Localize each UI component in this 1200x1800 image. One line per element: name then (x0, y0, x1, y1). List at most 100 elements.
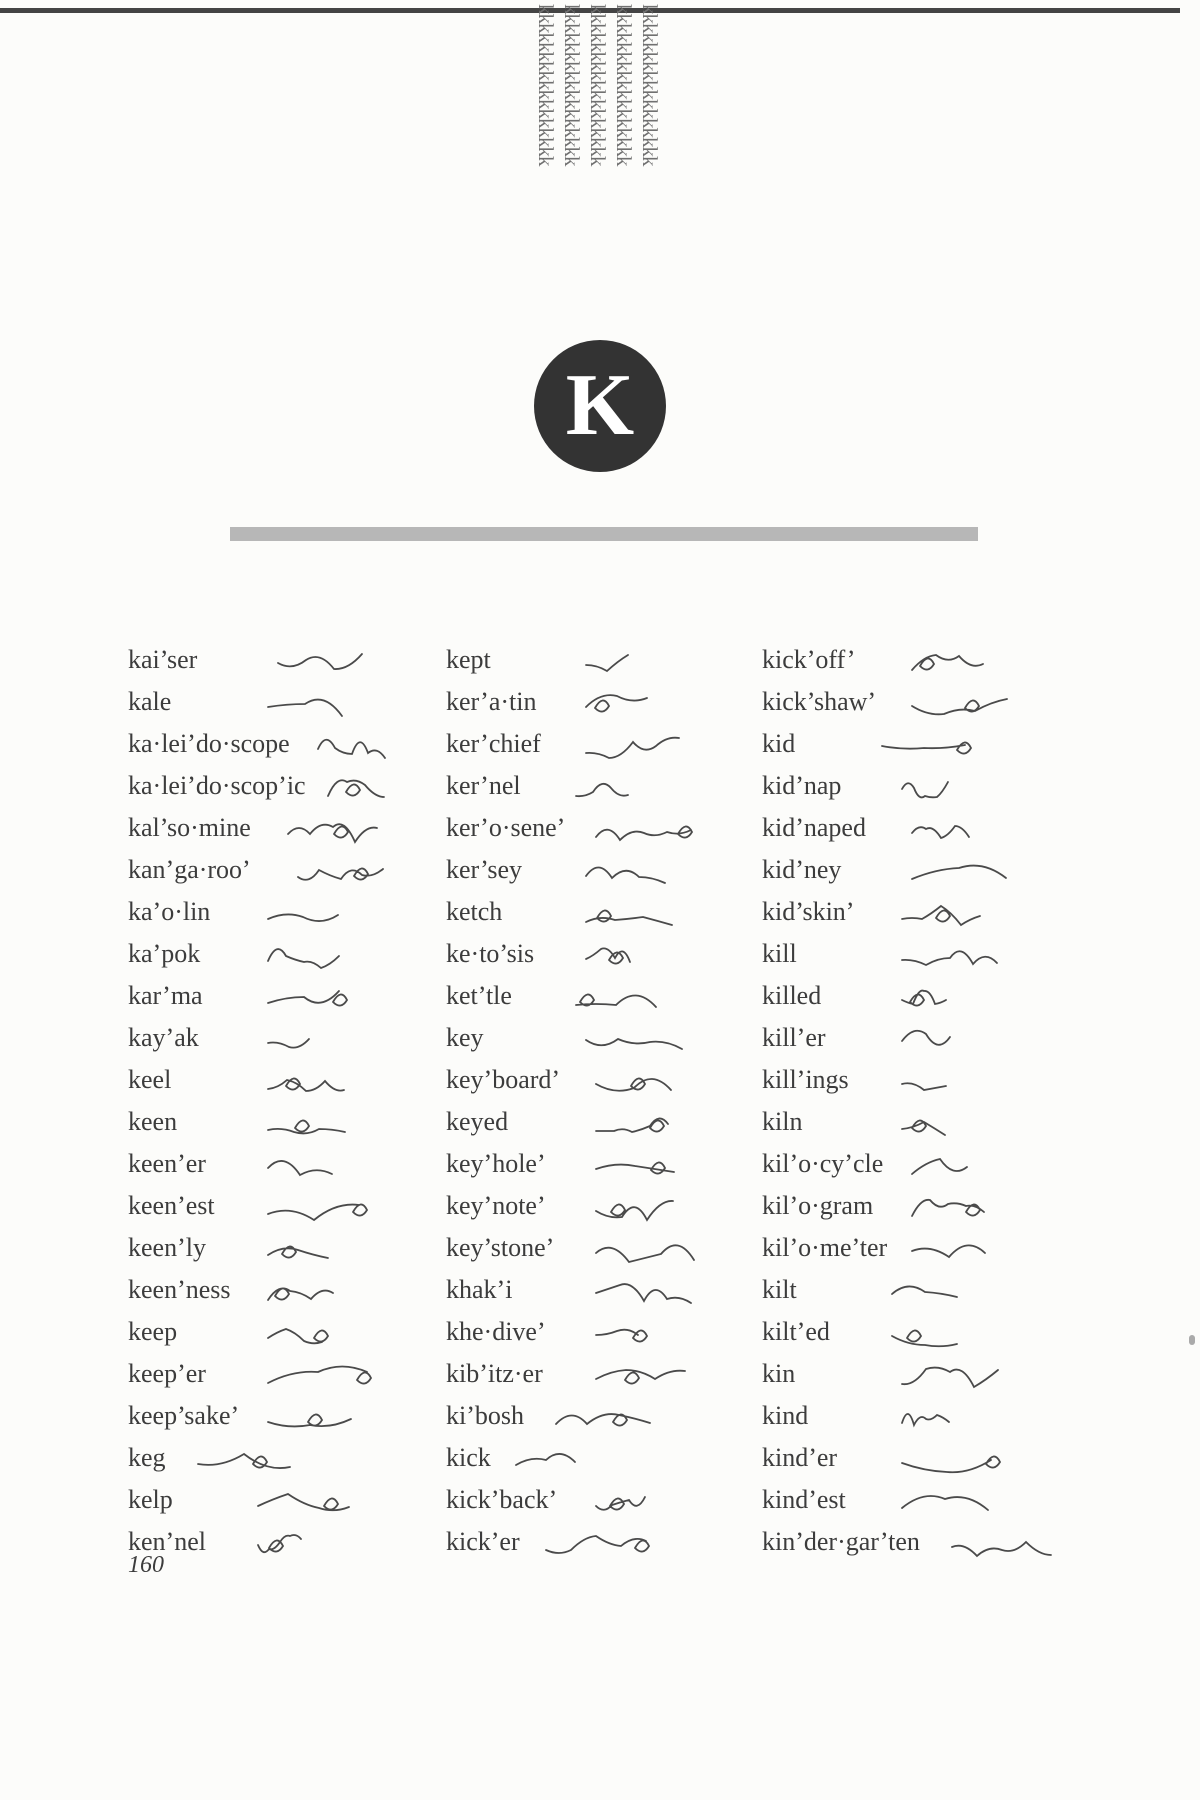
entry-word: ker’a·tin (446, 687, 537, 716)
shorthand-outline (911, 654, 984, 671)
shorthand-stroke (545, 1535, 651, 1554)
shorthand-stroke (267, 1160, 333, 1177)
shorthand-stroke (911, 1157, 968, 1175)
entry-word: kai’ser (128, 645, 198, 674)
shorthand-stroke (901, 781, 949, 799)
shorthand-outline (595, 1200, 674, 1222)
shorthand-outline (545, 1535, 651, 1554)
shorthand-outline (911, 825, 970, 840)
entry-word: keel (128, 1065, 172, 1094)
shorthand-outline (911, 698, 1008, 716)
shorthand-stroke (901, 989, 947, 1007)
shorthand-outline (277, 653, 363, 670)
shorthand-stroke (297, 867, 384, 881)
shorthand-outline (575, 993, 657, 1008)
entry-word: keg (128, 1443, 166, 1472)
shorthand-stroke (267, 1119, 346, 1135)
shorthand-stroke (267, 1203, 369, 1222)
shorthand-outline (901, 781, 949, 799)
entry-word: kick (446, 1443, 491, 1472)
shorthand-stroke (595, 1369, 686, 1385)
entry-word: key’note’ (446, 1191, 546, 1220)
shorthand-stroke (881, 741, 973, 755)
shorthand-outline (575, 782, 629, 798)
shorthand-stroke (901, 950, 998, 967)
shorthand-stroke (267, 698, 343, 717)
shorthand-stroke (267, 1328, 330, 1345)
shorthand-stroke (901, 1495, 989, 1511)
entry-word: ka·lei’do·scope (128, 729, 290, 758)
shorthand-stroke (327, 779, 385, 798)
entry-word: ker’o·sene’ (446, 813, 566, 842)
shorthand-outline (901, 1413, 950, 1428)
shorthand-stroke (585, 654, 629, 673)
shorthand-outline (585, 736, 680, 759)
shorthand-outline (585, 1037, 683, 1050)
shorthand-stroke (585, 736, 680, 759)
entry-word: key’board’ (446, 1065, 561, 1094)
entry-word: kill’ings (762, 1065, 849, 1094)
edge-mark (1189, 1335, 1195, 1345)
shorthand-stroke (575, 993, 657, 1008)
shorthand-outline (901, 904, 981, 927)
shorthand-outline (901, 1119, 946, 1136)
shorthand-stroke (901, 1082, 947, 1091)
entry-word: ker’nel (446, 771, 521, 800)
shorthand-stroke (911, 654, 984, 671)
shorthand-outline (585, 654, 629, 673)
shorthand-outline (901, 1366, 999, 1389)
shorthand-outline (555, 1413, 651, 1427)
shorthand-stroke (257, 1534, 302, 1554)
shorthand-outline (267, 1119, 346, 1135)
shorthand-outline (287, 823, 378, 844)
entry-word: keen’ly (128, 1233, 206, 1262)
shorthand-outline (585, 947, 631, 965)
pattern-column: kkkkkkkkkkkkkkkkk (588, 4, 608, 166)
entry-word: key’stone’ (446, 1233, 555, 1262)
entry-word: kid’nap (762, 771, 842, 800)
shorthand-stroke (267, 1287, 334, 1301)
entry-word: kilt’ed (762, 1317, 830, 1346)
shorthand-outline (267, 990, 349, 1007)
pattern-column: kkkkkkkkkkkkkkkkk (536, 4, 556, 166)
entry-word: kib’itz·er (446, 1359, 543, 1388)
shorthand-outline (267, 1413, 352, 1428)
shorthand-stroke (911, 698, 1008, 716)
entry-word: kan’ga·roo’ (128, 855, 251, 884)
shorthand-outline (267, 1203, 369, 1222)
entry-word: kale (128, 687, 172, 716)
shorthand-stroke (267, 948, 340, 970)
shorthand-stroke (267, 990, 349, 1007)
shorthand-stroke (267, 1365, 373, 1385)
shorthand-stroke (911, 825, 970, 840)
entry-word: kid (762, 729, 796, 758)
shorthand-outline (595, 1161, 675, 1175)
shorthand-outline (891, 1329, 958, 1348)
entry-word: key’hole’ (446, 1149, 546, 1178)
shorthand-stroke (197, 1452, 291, 1469)
shorthand-outline (585, 909, 673, 926)
shorthand-outline (267, 1038, 310, 1049)
shorthand-stroke (267, 1245, 329, 1259)
entry-word: keep (128, 1317, 178, 1346)
shorthand-stroke (595, 1496, 646, 1511)
shorthand-stroke (951, 1540, 1052, 1558)
shorthand-stroke (515, 1453, 576, 1466)
entry-word: ka’pok (128, 939, 201, 968)
shorthand-outline (901, 1495, 989, 1511)
shorthand-stroke (911, 864, 1007, 880)
shorthand-outline (911, 1157, 968, 1175)
shorthand-outline (891, 1285, 958, 1298)
section-letter-badge: K (534, 340, 666, 472)
entry-word: ka·lei’do·scop’ic (128, 771, 306, 800)
shorthand-stroke (555, 1413, 651, 1427)
shorthand-stroke (595, 1328, 649, 1343)
shorthand-stroke (901, 1455, 1002, 1474)
shorthand-outline (901, 950, 998, 967)
pattern-column: kkkkkkkkkkkkkkkkk (614, 4, 634, 166)
entry-word: ki’bosh (446, 1401, 524, 1430)
shorthand-outline (267, 698, 343, 717)
shorthand-stroke (267, 1038, 310, 1049)
shorthand-outline (515, 1453, 576, 1466)
shorthand-outline (595, 1328, 649, 1343)
